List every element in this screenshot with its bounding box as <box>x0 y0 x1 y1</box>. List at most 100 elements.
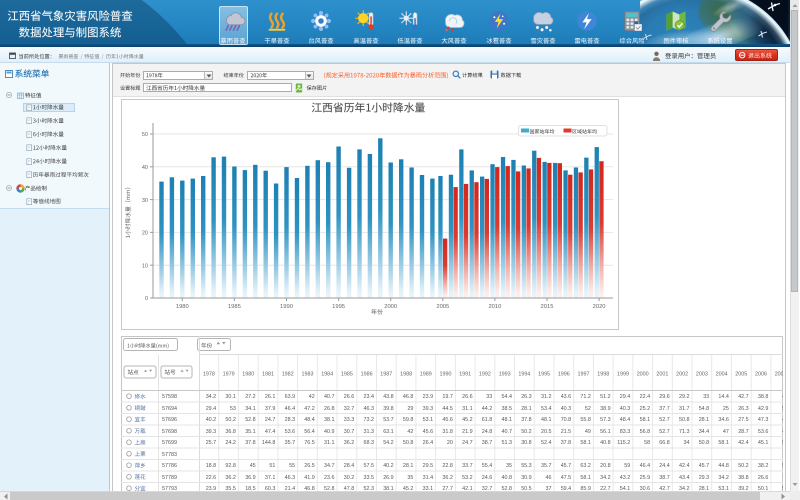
svg-text:39.3: 39.3 <box>206 429 217 435</box>
svg-text:54.2: 54.2 <box>383 440 394 446</box>
svg-text:40.3: 40.3 <box>561 406 572 412</box>
svg-text:34: 34 <box>684 440 690 446</box>
svg-text:42: 42 <box>782 429 783 435</box>
svg-text:40.9: 40.9 <box>324 429 335 435</box>
svg-text:31.3: 31.3 <box>364 429 375 435</box>
svg-text:52: 52 <box>585 406 591 412</box>
svg-text:55: 55 <box>289 463 295 469</box>
svg-text:1985: 1985 <box>341 372 353 378</box>
svg-text:28.1: 28.1 <box>521 406 532 412</box>
svg-text:44.2: 44.2 <box>482 406 493 412</box>
svg-text:24.7: 24.7 <box>462 440 473 446</box>
svg-text:33: 33 <box>703 394 709 400</box>
svg-text:40.2: 40.2 <box>383 463 394 469</box>
svg-text:23.9: 23.9 <box>423 394 434 400</box>
svg-text:31.1: 31.1 <box>462 406 473 412</box>
svg-text:36.8: 36.8 <box>225 429 236 435</box>
svg-text:26.5: 26.5 <box>304 463 315 469</box>
svg-text:47.3: 47.3 <box>758 417 769 423</box>
svg-text:37.8: 37.8 <box>521 417 532 423</box>
svg-text:28.3: 28.3 <box>285 417 296 423</box>
svg-text:1997: 1997 <box>578 372 590 378</box>
svg-text:34.6: 34.6 <box>718 417 729 423</box>
svg-text:40.2: 40.2 <box>206 417 217 423</box>
svg-text:24.2: 24.2 <box>225 440 236 446</box>
svg-text:34.7: 34.7 <box>324 463 335 469</box>
svg-text:30.7: 30.7 <box>344 429 355 435</box>
svg-text:38.8: 38.8 <box>738 475 749 481</box>
svg-text:1980: 1980 <box>176 304 189 310</box>
svg-text:2004: 2004 <box>716 372 728 378</box>
svg-text:48.4: 48.4 <box>620 417 631 423</box>
svg-text:1995: 1995 <box>538 372 550 378</box>
svg-text:59: 59 <box>624 463 630 469</box>
svg-text:57696: 57696 <box>162 417 177 423</box>
svg-text:31.4: 31.4 <box>423 475 434 481</box>
svg-text:2000: 2000 <box>384 304 397 310</box>
svg-text:56.4: 56.4 <box>304 429 315 435</box>
svg-text:45.2: 45.2 <box>462 417 473 423</box>
svg-text:70: 70 <box>782 475 783 481</box>
svg-text:48.1: 48.1 <box>502 417 513 423</box>
svg-text:39.8: 39.8 <box>383 406 394 412</box>
svg-text:1992: 1992 <box>479 372 491 378</box>
svg-text:40: 40 <box>142 165 148 171</box>
svg-text:26.8: 26.8 <box>324 406 335 412</box>
svg-text:1989: 1989 <box>420 372 432 378</box>
svg-text:38.7: 38.7 <box>482 440 493 446</box>
svg-text:26.1: 26.1 <box>265 394 276 400</box>
svg-text:1991: 1991 <box>459 372 471 378</box>
svg-text:45.7: 45.7 <box>699 463 710 469</box>
svg-text:42.9: 42.9 <box>758 406 769 412</box>
svg-text:2002: 2002 <box>676 372 688 378</box>
svg-text:57694: 57694 <box>162 406 177 412</box>
svg-text:41.9: 41.9 <box>304 475 315 481</box>
svg-text:50.2: 50.2 <box>521 429 532 435</box>
svg-text:50: 50 <box>142 132 148 138</box>
svg-text:71.3: 71.3 <box>679 429 690 435</box>
svg-text:22.6: 22.6 <box>206 475 217 481</box>
svg-text:31.7: 31.7 <box>679 406 690 412</box>
svg-text:30: 30 <box>142 198 148 204</box>
svg-text:58.1: 58.1 <box>640 417 651 423</box>
svg-text:144.8: 144.8 <box>262 440 276 446</box>
svg-text:27.5: 27.5 <box>738 417 749 423</box>
svg-text:36.2: 36.2 <box>344 440 355 446</box>
svg-text:46.3: 46.3 <box>285 475 296 481</box>
svg-text:57.5: 57.5 <box>364 463 375 469</box>
svg-text:2010: 2010 <box>488 304 501 310</box>
svg-text:35.1: 35.1 <box>245 429 256 435</box>
svg-text:14.4: 14.4 <box>718 394 729 400</box>
svg-text:2003: 2003 <box>696 372 708 378</box>
svg-text:57.3: 57.3 <box>600 417 611 423</box>
svg-text:35: 35 <box>506 463 512 469</box>
svg-text:50.2: 50.2 <box>738 463 749 469</box>
svg-text:53.7: 53.7 <box>383 417 394 423</box>
svg-text:57698: 57698 <box>162 429 177 435</box>
svg-text:50.8: 50.8 <box>679 417 690 423</box>
svg-text:37.9: 37.9 <box>265 406 276 412</box>
svg-text:49: 49 <box>585 429 591 435</box>
svg-text:21.5: 21.5 <box>561 429 572 435</box>
svg-text:32.7: 32.7 <box>344 406 355 412</box>
svg-text:38.8: 38.8 <box>758 394 769 400</box>
svg-text:18.8: 18.8 <box>206 463 217 469</box>
svg-text:29.4: 29.4 <box>620 394 631 400</box>
svg-text:2001: 2001 <box>656 372 668 378</box>
svg-text:52.7: 52.7 <box>659 417 670 423</box>
svg-text:30.2: 30.2 <box>344 475 355 481</box>
svg-text:22.4: 22.4 <box>640 394 651 400</box>
svg-text:55.4: 55.4 <box>482 463 493 469</box>
svg-text:24.8: 24.8 <box>482 429 493 435</box>
svg-text:1998: 1998 <box>597 372 609 378</box>
svg-text:57598: 57598 <box>162 394 177 400</box>
svg-text:48.4: 48.4 <box>304 417 315 423</box>
svg-text:24.7: 24.7 <box>265 417 276 423</box>
svg-text:38.7: 38.7 <box>659 475 670 481</box>
svg-text:58.1: 58.1 <box>580 475 591 481</box>
svg-text:35.7: 35.7 <box>541 463 552 469</box>
svg-text:21.9: 21.9 <box>462 429 473 435</box>
svg-text:39.3: 39.3 <box>423 406 434 412</box>
svg-text:28.7: 28.7 <box>738 429 749 435</box>
svg-text:1980: 1980 <box>242 372 254 378</box>
